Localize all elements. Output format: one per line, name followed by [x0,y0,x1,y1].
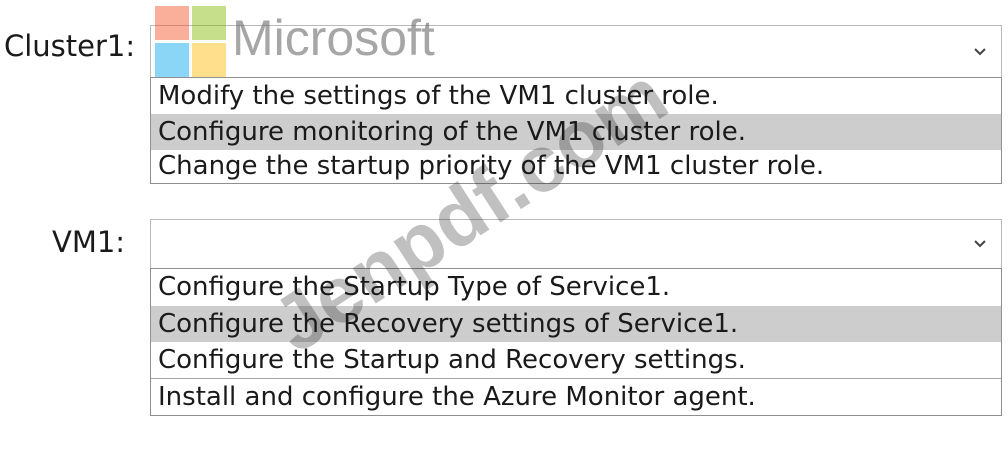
cluster1-option-1[interactable]: Modify the settings of the VM1 cluster r… [151,78,1001,114]
vm1-option-4[interactable]: Install and configure the Azure Monitor … [151,379,1001,415]
chevron-down-icon [974,240,986,248]
vm1-label: VM1: [52,225,126,259]
chevron-down-icon [974,47,986,55]
cluster1-label: Cluster1: [4,29,136,63]
vm1-option-2[interactable]: Configure the Recovery settings of Servi… [151,306,1001,342]
vm1-option-3[interactable]: Configure the Startup and Recovery setti… [151,342,1001,378]
cluster1-option-2[interactable]: Configure monitoring of the VM1 cluster … [151,114,1001,150]
vm1-option-1[interactable]: Configure the Startup Type of Service1. [151,269,1001,305]
cluster1-option-3[interactable]: Change the startup priority of the VM1 c… [151,150,1001,183]
cluster1-dropdown[interactable] [150,25,1002,78]
vm1-dropdown[interactable] [150,219,1002,269]
cluster1-option-list: Modify the settings of the VM1 cluster r… [150,77,1002,184]
vm1-option-list: Configure the Startup Type of Service1. … [150,268,1002,416]
